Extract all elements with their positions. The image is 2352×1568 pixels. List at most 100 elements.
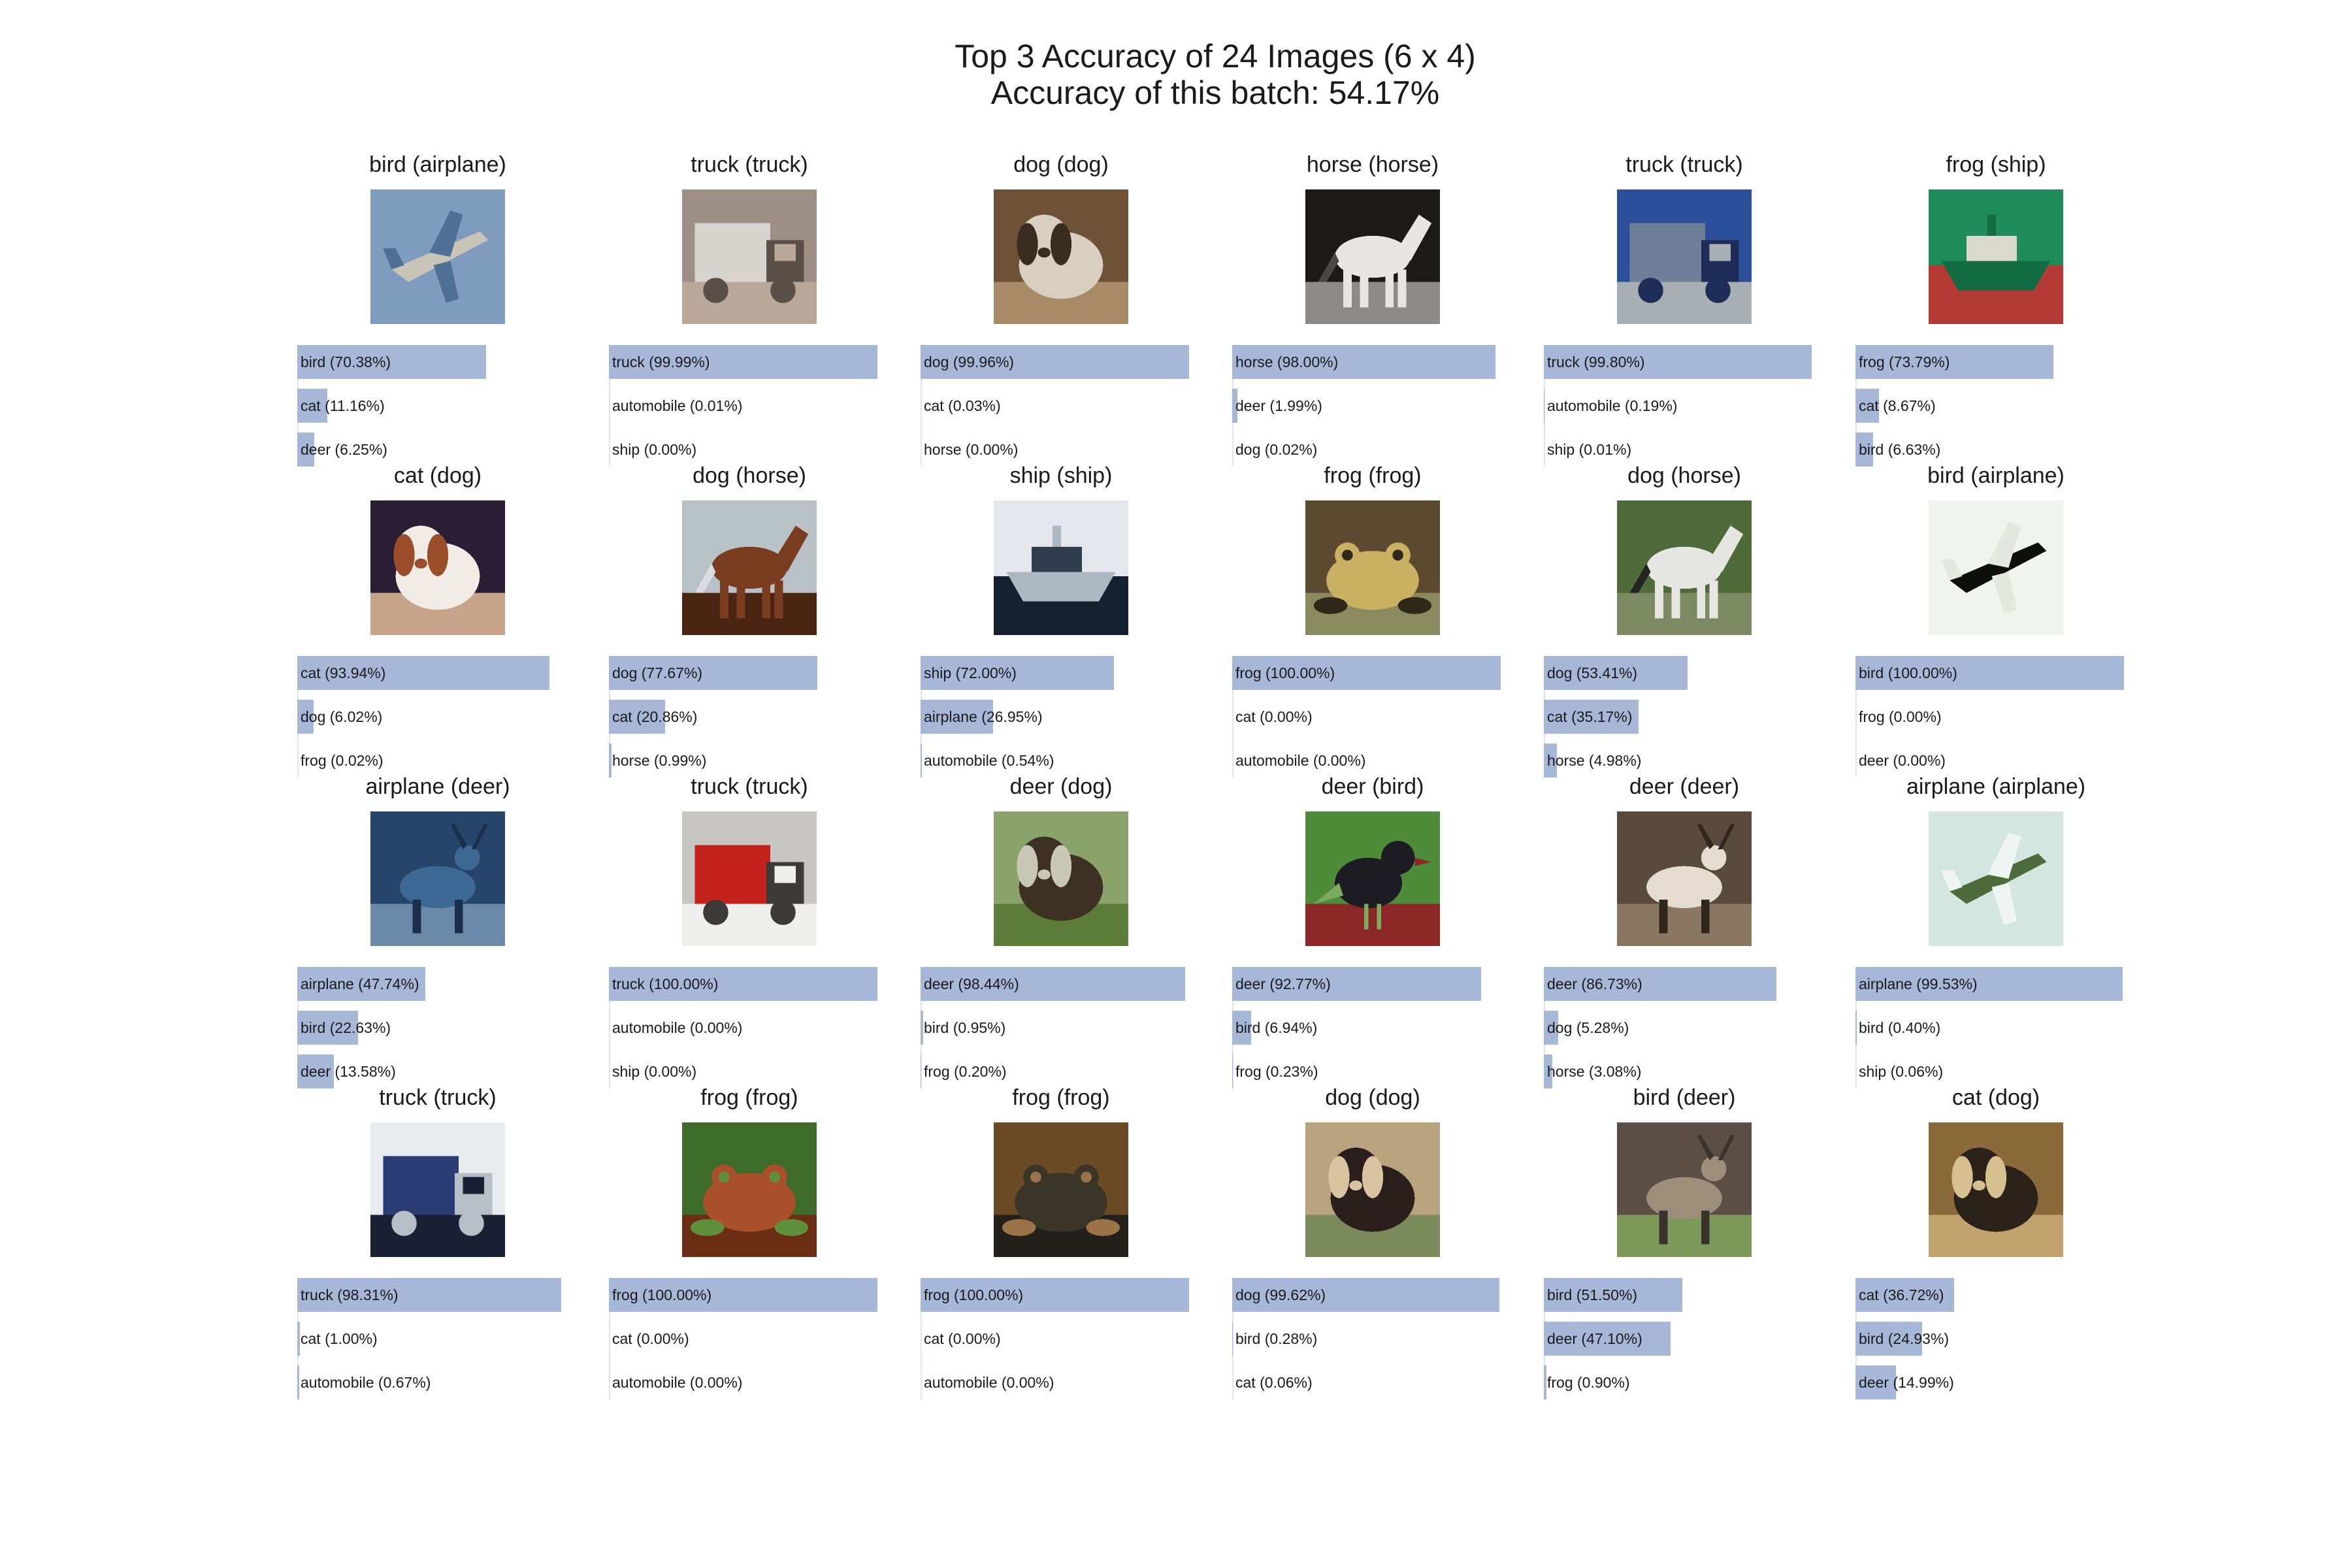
probability-label: bird (6.63%) [1859,441,1941,458]
probability-label: deer (1.99%) [1235,397,1322,414]
probability-label: frog (0.23%) [1235,1063,1318,1080]
probability-label: truck (99.99%) [612,353,710,370]
probability-label: horse (3.08%) [1547,1063,1642,1080]
panel-title: ship (ship) [1009,463,1113,488]
dog-image [994,189,1128,324]
probability-label: bird (22.63%) [301,1019,391,1036]
panel-title: dog (horse) [693,463,806,488]
cifar-thumbnail [1305,1122,1440,1257]
probability-label: airplane (47.74%) [301,975,419,992]
cifar-thumbnail [1305,189,1440,324]
probability-label: cat (0.00%) [612,1330,689,1347]
cifar-thumbnail [682,811,817,946]
panel-title: cat (dog) [1952,1085,2040,1110]
probability-label: deer (6.25%) [301,441,387,458]
horse-image [1617,500,1752,635]
airplane-image [370,189,505,324]
probability-label: frog (100.00%) [924,1286,1024,1303]
probability-bar [1855,1011,1857,1045]
ship-image [1929,189,2063,324]
bird-image [1305,811,1440,946]
panel-title: truck (truck) [691,152,808,177]
probability-label: truck (99.80%) [1547,353,1645,370]
frog-image [994,1122,1128,1257]
probability-bar [1544,1365,1546,1399]
frog-image [1305,500,1440,635]
probability-label: cat (36.72%) [1859,1286,1944,1303]
cifar-thumbnail [1617,1122,1752,1257]
panel-title: truck (truck) [691,774,808,799]
probability-label: dog (6.02%) [301,708,383,725]
probability-bar [921,743,923,777]
probability-label: frog (100.00%) [1235,664,1335,681]
panel-title: truck (truck) [379,1085,497,1110]
probability-label: bird (6.94%) [1235,1019,1318,1036]
cifar-thumbnail [1929,811,2063,946]
probability-label: deer (92.77%) [1235,975,1331,992]
panel-title: bird (airplane) [369,152,506,177]
panel-title: airplane (deer) [365,774,510,799]
probability-label: frog (0.02%) [301,752,384,769]
deer-image [1617,811,1752,946]
truck-image [370,1122,505,1257]
probability-label: cat (20.86%) [612,708,698,725]
panel-title: dog (dog) [1325,1085,1420,1110]
probability-bar [297,1322,301,1356]
dog-image [1305,1122,1440,1257]
probability-label: automobile (0.00%) [1235,752,1366,769]
image-prediction-grid: bird (airplane) bird (70.38%) cat (11.16%)… [0,0,2352,1568]
probability-label: horse (0.00%) [924,441,1019,458]
cifar-thumbnail [1617,500,1752,635]
probability-label: bird (24.93%) [1859,1330,1950,1347]
probability-label: dog (53.41%) [1547,664,1638,681]
probability-label: deer (14.99%) [1859,1374,1954,1391]
dog-image [994,811,1128,946]
probability-label: frog (73.79%) [1859,353,1950,370]
dog-image [370,500,505,635]
probability-label: dog (0.02%) [1235,441,1318,458]
cifar-thumbnail [682,189,817,324]
cifar-thumbnail [370,500,505,635]
probability-label: dog (5.28%) [1547,1019,1629,1036]
panel-title: deer (bird) [1321,774,1424,799]
probability-label: bird (0.40%) [1859,1019,1941,1036]
probability-bar [921,1011,923,1045]
probability-label: cat (0.06%) [1235,1374,1313,1391]
probability-label: ship (0.06%) [1859,1063,1944,1080]
probability-label: deer (13.58%) [301,1063,396,1080]
probability-label: cat (0.00%) [924,1330,1001,1347]
probability-label: cat (0.03%) [924,397,1001,414]
dog-image [1929,1122,2063,1257]
probability-label: truck (100.00%) [612,975,719,992]
probability-label: deer (98.44%) [924,975,1019,992]
panel-title: deer (deer) [1629,774,1740,799]
probability-label: cat (35.17%) [1547,708,1633,725]
panel-title: deer (dog) [1009,774,1113,799]
truck-image [1617,189,1752,324]
probability-label: automobile (0.54%) [924,752,1054,769]
panel-title: dog (horse) [1627,463,1741,488]
probability-label: automobile (0.00%) [612,1019,743,1036]
probability-label: automobile (0.67%) [301,1374,431,1391]
cifar-thumbnail [1929,500,2063,635]
cifar-thumbnail [1305,500,1440,635]
probability-bar [297,1365,299,1399]
airplane-image [1929,811,2063,946]
cifar-thumbnail [994,811,1128,946]
cifar-thumbnail [682,1122,817,1257]
probability-label: deer (47.10%) [1547,1330,1642,1347]
probability-label: cat (11.16%) [301,397,385,414]
probability-bar [1232,1054,1233,1088]
probability-label: automobile (0.19%) [1547,397,1678,414]
cifar-thumbnail [370,1122,505,1257]
ship-image [994,500,1128,635]
probability-label: dog (77.67%) [612,664,703,681]
panel-title: frog (frog) [1012,1085,1110,1110]
cifar-thumbnail [1305,811,1440,946]
panel-title: cat (dog) [393,463,482,488]
cifar-thumbnail [1617,811,1752,946]
probability-label: cat (1.00%) [301,1330,378,1347]
probability-bar [609,743,612,777]
probability-label: cat (0.00%) [1235,708,1313,725]
probability-label: ship (0.00%) [612,441,697,458]
